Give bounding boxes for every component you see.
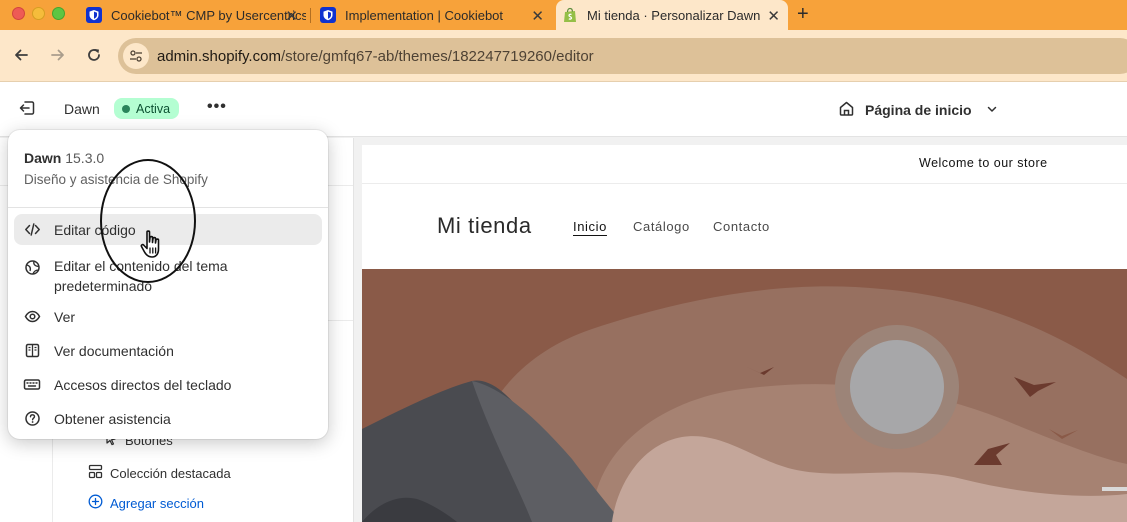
question-circle-icon — [22, 409, 42, 429]
menu-item-accesos-teclado[interactable]: Accesos directos del teclado — [14, 369, 322, 400]
site-settings-icon[interactable] — [123, 43, 149, 69]
announcement-text: Welcome to our store — [919, 156, 1048, 170]
page-selector-label: Página de inicio — [865, 102, 972, 118]
url-host: admin.shopify.com — [157, 47, 281, 65]
window-close-button[interactable] — [12, 7, 25, 20]
browser-toolbar: admin.shopify.com/store/gmfq67-ab/themes… — [0, 30, 1127, 82]
browser-tab-cookiebot-implementation[interactable]: Implementation | Cookiebot ✕ — [314, 0, 552, 30]
cookiebot-shield-icon — [320, 7, 336, 23]
announcement-bar: Welcome to our store — [362, 145, 1127, 184]
new-tab-button[interactable]: + — [797, 3, 809, 26]
globe-icon — [22, 257, 42, 277]
reload-icon[interactable] — [86, 47, 102, 68]
url-text: admin.shopify.com/store/gmfq67-ab/themes… — [157, 48, 594, 65]
code-icon — [22, 220, 42, 240]
back-arrow-icon[interactable] — [13, 47, 29, 68]
add-section-button[interactable]: Agregar sección — [88, 494, 204, 512]
status-badge: Activa — [114, 98, 180, 119]
editor-header: Dawn Activa ••• Página de inicio — [0, 82, 1127, 137]
menu-theme-subtitle: Diseño y asistencia de Shopify — [24, 172, 208, 187]
menu-item-editar-contenido[interactable]: Editar el contenido del tema predetermin… — [14, 252, 322, 300]
eye-icon — [22, 307, 42, 327]
store-title[interactable]: Mi tienda — [437, 213, 532, 239]
browser-tab-bar: Cookiebot™ CMP by Usercentrics ✕ Impleme… — [0, 0, 1127, 30]
menu-item-label: Editar código — [54, 221, 136, 238]
hero-image — [362, 269, 1127, 522]
menu-theme-title: Dawn 15.3.0 — [24, 150, 208, 166]
menu-theme-name: Dawn — [24, 150, 62, 166]
window-minimize-button[interactable] — [32, 7, 45, 20]
browser-tab-cookiebot-cmp[interactable]: Cookiebot™ CMP by Usercentrics ✕ — [80, 0, 306, 30]
theme-name: Dawn — [64, 101, 100, 117]
cookiebot-shield-icon — [86, 7, 102, 23]
home-icon — [838, 100, 855, 120]
status-dot-icon — [122, 104, 130, 113]
menu-item-label: Obtener asistencia — [54, 410, 171, 427]
store-nav-inicio[interactable]: Inicio — [573, 219, 607, 234]
menu-item-ver[interactable]: Ver — [14, 301, 322, 332]
close-tab-icon[interactable]: ✕ — [531, 7, 544, 25]
menu-item-obtener-asistencia[interactable]: Obtener asistencia — [14, 403, 322, 434]
close-tab-icon[interactable]: ✕ — [767, 7, 780, 25]
menu-divider — [8, 207, 328, 208]
status-badge-label: Activa — [136, 101, 171, 116]
tab-title: Cookiebot™ CMP by Usercentrics — [111, 7, 306, 23]
window-zoom-button[interactable] — [52, 7, 65, 20]
add-section-label: Agregar sección — [110, 495, 204, 511]
book-icon — [22, 341, 42, 361]
keyboard-icon — [22, 375, 42, 395]
menu-item-ver-documentacion[interactable]: Ver documentación — [14, 335, 322, 366]
shopify-bag-icon — [562, 7, 578, 23]
page-selector[interactable]: Página de inicio — [838, 100, 998, 120]
tab-title: Implementation | Cookiebot — [345, 7, 504, 23]
menu-item-editar-codigo[interactable]: Editar código — [14, 214, 322, 245]
storefront-preview: Welcome to our store Mi tienda Inicio Ca… — [362, 145, 1127, 522]
collection-grid-icon — [88, 464, 103, 482]
menu-item-label: Ver — [54, 308, 76, 325]
menu-theme-version: 15.3.0 — [65, 150, 105, 166]
menu-header: Dawn 15.3.0 Diseño y asistencia de Shopi… — [24, 150, 208, 187]
address-bar[interactable]: admin.shopify.com/store/gmfq67-ab/themes… — [118, 38, 1127, 74]
menu-item-label: Editar el contenido del tema predetermin… — [54, 258, 228, 294]
forward-arrow-icon[interactable] — [50, 47, 66, 68]
theme-actions-menu: Dawn 15.3.0 Diseño y asistencia de Shopi… — [8, 130, 328, 439]
menu-item-label: Accesos directos del teclado — [54, 376, 232, 393]
tab-title: Mi tienda · Personalizar Dawn — [587, 7, 761, 23]
plus-circle-icon — [88, 494, 103, 512]
browser-tab-shopify-editor[interactable]: Mi tienda · Personalizar Dawn ✕ — [556, 0, 788, 30]
store-nav-contacto[interactable]: Contacto — [713, 219, 770, 234]
url-path: /store/gmfq67-ab/themes/182247719260/edi… — [280, 47, 594, 65]
tab-separator — [310, 8, 311, 23]
sidebar-item-label: Colección destacada — [110, 465, 231, 481]
store-nav-catalogo[interactable]: Catálogo — [633, 219, 690, 234]
more-actions-icon[interactable]: ••• — [207, 98, 227, 116]
sidebar-item-coleccion-destacada[interactable]: Colección destacada — [88, 464, 231, 482]
close-tab-icon[interactable]: ✕ — [285, 7, 298, 25]
exit-editor-icon[interactable] — [18, 99, 36, 122]
menu-item-label: Ver documentación — [54, 342, 174, 359]
chevron-down-icon — [986, 102, 998, 118]
